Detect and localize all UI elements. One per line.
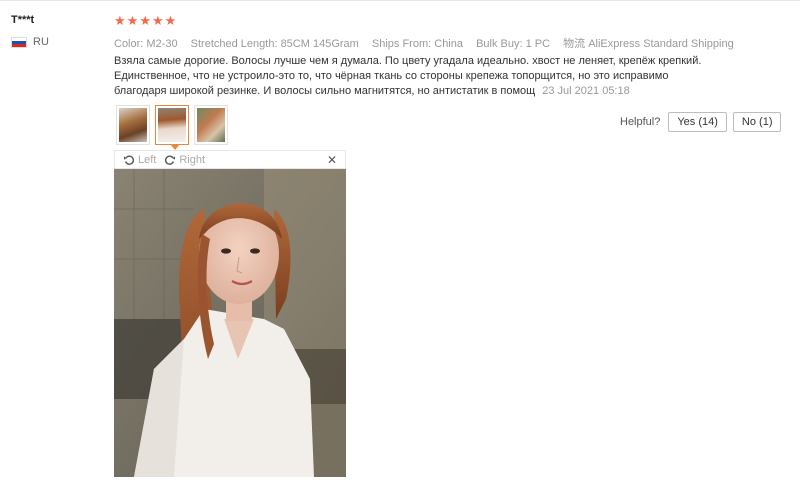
top-divider [0, 0, 800, 1]
review-date: 23 Jul 2021 05:18 [542, 85, 630, 97]
attr-key: Bulk Buy: [476, 38, 523, 50]
photo-viewer-toolbar: Left Right ✕ [114, 150, 346, 169]
close-icon[interactable]: ✕ [327, 153, 337, 167]
rating-stars: ★ ★ ★ ★ ★ [114, 14, 176, 28]
star-icon: ★ [151, 13, 164, 28]
attr-key: Ships From: [371, 38, 432, 50]
attr-value: AliExpress Standard Shipping [588, 38, 734, 50]
reviewer-name: T***t [11, 14, 35, 26]
attr-key: Color: [114, 38, 144, 50]
review-body: Взяла самые дорогие. Волосы лучше чем я … [114, 54, 714, 99]
attr-key: 物流 [563, 38, 586, 50]
country-code: RU [33, 36, 49, 48]
attr-value: 1 PC [525, 38, 551, 50]
rotate-right-label: Right [179, 153, 206, 166]
rotate-right-button[interactable]: Right [164, 154, 205, 166]
photo-thumbnail-active[interactable] [155, 105, 189, 145]
star-icon: ★ [164, 13, 177, 28]
review-photo-large [114, 169, 346, 477]
helpful-no-button[interactable]: No (1) [732, 112, 782, 132]
photo-thumbnail[interactable] [194, 105, 228, 145]
review-photo-image [114, 169, 346, 477]
reviewer-country: RU [11, 35, 49, 49]
flag-ru-icon [11, 36, 27, 48]
helpful-label: Helpful? [620, 116, 661, 128]
star-icon: ★ [139, 13, 151, 28]
order-attributes: Color: M2-30 Stretched Length: 85CM 145G… [114, 35, 744, 51]
rotate-left-icon [124, 155, 135, 165]
photo-thumbnails [116, 105, 228, 145]
attr-key: Stretched Length: [190, 38, 278, 50]
star-icon: ★ [126, 13, 139, 28]
rotate-right-icon [165, 155, 176, 165]
rotate-left-label: Left [138, 153, 157, 166]
rotate-left-button[interactable]: Left [123, 154, 156, 166]
helpful-vote: Helpful? Yes (14) No (1) [620, 112, 782, 132]
helpful-yes-button[interactable]: Yes (14) [668, 112, 727, 132]
photo-thumbnail[interactable] [116, 105, 150, 145]
attr-value: M2-30 [146, 38, 178, 50]
star-icon: ★ [114, 13, 126, 28]
attr-value: China [434, 38, 463, 50]
attr-value: 85CM 145Gram [280, 38, 359, 50]
